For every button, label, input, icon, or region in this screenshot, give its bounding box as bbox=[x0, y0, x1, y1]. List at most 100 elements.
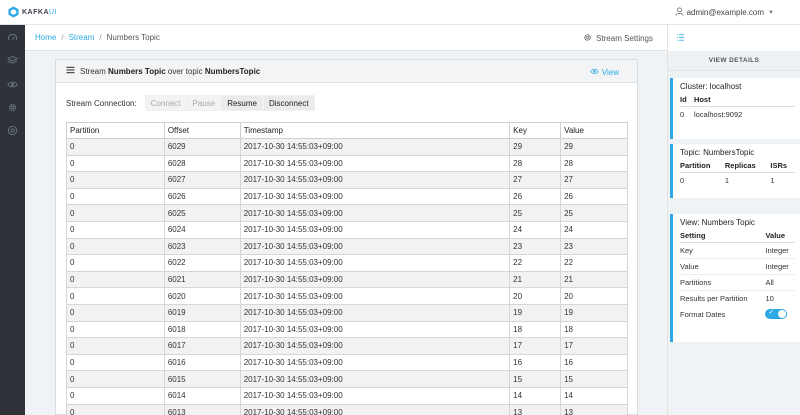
eye-icon[interactable] bbox=[7, 79, 18, 90]
cell-value: 18 bbox=[560, 320, 628, 339]
cell-timestamp: 2017-10-30 14:55:03+09:00 bbox=[239, 303, 511, 322]
breadcrumb-stream[interactable]: Stream bbox=[69, 33, 95, 42]
cell-timestamp: 2017-10-30 14:55:03+09:00 bbox=[239, 154, 511, 173]
cell-key: 27 bbox=[509, 171, 562, 189]
column-header-offset[interactable]: Offset bbox=[163, 122, 241, 139]
cell-offset: 6018 bbox=[163, 320, 241, 339]
table-row[interactable]: 0 6020 2017-10-30 14:55:03+09:00 20 20 bbox=[66, 287, 628, 305]
layers-icon[interactable] bbox=[6, 55, 19, 66]
cell-key: 26 bbox=[509, 187, 562, 206]
stream-card-header: Stream Numbers Topic over topic NumbersT… bbox=[56, 60, 637, 83]
app-logo[interactable]: KAFKAUI bbox=[0, 0, 59, 25]
table-row[interactable]: 0 6029 2017-10-30 14:55:03+09:00 29 29 bbox=[66, 138, 628, 156]
cluster-column-id: Id bbox=[680, 93, 694, 107]
column-header-partition[interactable]: Partition bbox=[66, 122, 165, 139]
cluster-column-host: Host bbox=[693, 93, 795, 107]
breadcrumb-separator: / bbox=[99, 33, 102, 42]
view-settings-panel: View: Numbers Topic Setting Value Key Inte… bbox=[670, 214, 800, 342]
cell-key: 21 bbox=[509, 270, 562, 289]
cell-timestamp: 2017-10-30 14:55:03+09:00 bbox=[239, 138, 511, 156]
table-row[interactable]: 0 6016 2017-10-30 14:55:03+09:00 16 16 bbox=[66, 353, 628, 372]
table-row[interactable]: 0 6022 2017-10-30 14:55:03+09:00 22 22 bbox=[66, 254, 628, 272]
connect-button[interactable]: Connect bbox=[144, 95, 187, 111]
column-header-timestamp[interactable]: Timestamp bbox=[239, 122, 511, 139]
cell-timestamp: 2017-10-30 14:55:03+09:00 bbox=[239, 320, 511, 339]
table-row[interactable]: 0 6019 2017-10-30 14:55:03+09:00 19 19 bbox=[66, 303, 628, 322]
cell-key: 17 bbox=[509, 337, 562, 355]
cell-value: 23 bbox=[560, 237, 628, 256]
format-dates-label: Format Dates bbox=[680, 309, 726, 319]
column-header-key[interactable]: Key bbox=[509, 122, 562, 139]
cell-partition: 0 bbox=[66, 138, 165, 156]
cell-timestamp: 2017-10-30 14:55:03+09:00 bbox=[239, 353, 511, 372]
table-row[interactable]: 0 6017 2017-10-30 14:55:03+09:00 17 17 bbox=[66, 337, 628, 355]
cell-value: 28 bbox=[560, 154, 628, 173]
cluster-cell: localhost:9092 bbox=[693, 110, 743, 119]
table-row[interactable]: 0 6027 2017-10-30 14:55:03+09:00 27 27 bbox=[66, 171, 628, 189]
cell-key: 22 bbox=[509, 254, 562, 272]
table-row[interactable]: 0 6025 2017-10-30 14:55:03+09:00 25 25 bbox=[66, 204, 628, 222]
connection-button-group: Connect Pause Resume Disconnect bbox=[144, 95, 315, 111]
cell-value: 26 bbox=[560, 187, 628, 206]
cell-key: 28 bbox=[509, 154, 562, 173]
topic-panel: Topic: NumbersTopic Partition Replicas ISR… bbox=[670, 144, 800, 198]
toggle-details-button[interactable] bbox=[667, 25, 693, 51]
view-link[interactable]: View bbox=[590, 67, 619, 78]
eye-icon bbox=[590, 67, 602, 78]
check-icon: ✓ bbox=[768, 309, 775, 317]
cell-partition: 0 bbox=[66, 254, 165, 272]
cell-value: 13 bbox=[560, 403, 628, 415]
topic-cell: 0 bbox=[680, 176, 685, 185]
user-menu[interactable]: admin@example.com ▼ bbox=[675, 7, 774, 18]
table-row[interactable]: 0 6024 2017-10-30 14:55:03+09:00 24 24 bbox=[66, 220, 628, 239]
cell-timestamp: 2017-10-30 14:55:03+09:00 bbox=[239, 254, 511, 272]
cell-offset: 6021 bbox=[163, 270, 241, 289]
stream-settings-button[interactable]: Stream Settings bbox=[583, 33, 653, 44]
cell-offset: 6016 bbox=[163, 353, 241, 372]
cell-offset: 6024 bbox=[163, 220, 241, 239]
format-dates-toggle[interactable]: ✓ bbox=[765, 309, 788, 320]
topic-column-isrs: ISRs bbox=[770, 159, 795, 173]
chevron-down-icon: ▼ bbox=[768, 9, 774, 16]
table-row[interactable]: 0 6021 2017-10-30 14:55:03+09:00 21 21 bbox=[66, 270, 628, 289]
stream-connection-label: Stream Connection: bbox=[66, 98, 137, 108]
table-row[interactable]: 0 6015 2017-10-30 14:55:03+09:00 15 15 bbox=[66, 370, 628, 388]
cell-partition: 0 bbox=[66, 337, 165, 355]
topic-column-replicas: Replicas bbox=[724, 159, 771, 173]
breadcrumb-home[interactable]: Home bbox=[35, 33, 56, 42]
view-cell: Results per Partition bbox=[680, 294, 748, 303]
cell-offset: 6019 bbox=[163, 303, 241, 322]
pause-button[interactable]: Pause bbox=[186, 95, 222, 111]
gear-icon bbox=[583, 33, 596, 44]
cell-key: 29 bbox=[509, 138, 562, 156]
cell-timestamp: 2017-10-30 14:55:03+09:00 bbox=[239, 386, 511, 405]
table-row[interactable]: 0 6018 2017-10-30 14:55:03+09:00 18 18 bbox=[66, 320, 628, 339]
view-cell: 10 bbox=[765, 294, 774, 303]
table-row[interactable]: 0 6026 2017-10-30 14:55:03+09:00 26 26 bbox=[66, 187, 628, 206]
cell-timestamp: 2017-10-30 14:55:03+09:00 bbox=[239, 403, 511, 415]
topic-name: NumbersTopic bbox=[204, 66, 261, 76]
table-row[interactable]: 0 6028 2017-10-30 14:55:03+09:00 28 28 bbox=[66, 154, 628, 173]
gear-icon[interactable] bbox=[7, 102, 18, 113]
cell-partition: 0 bbox=[66, 386, 165, 405]
table-row[interactable]: 0 6023 2017-10-30 14:55:03+09:00 23 23 bbox=[66, 237, 628, 256]
table-row[interactable]: 0 6013 2017-10-30 14:55:03+09:00 13 13 bbox=[66, 403, 628, 415]
cell-offset: 6022 bbox=[163, 254, 241, 272]
resume-button[interactable]: Resume bbox=[221, 95, 263, 111]
dashboard-icon[interactable] bbox=[7, 33, 18, 44]
app-logo-text: KAFKAUI bbox=[22, 9, 57, 16]
view-row: Key Integer bbox=[680, 242, 795, 259]
column-header-value[interactable]: Value bbox=[560, 122, 628, 139]
cell-timestamp: 2017-10-30 14:55:03+09:00 bbox=[239, 270, 511, 289]
cell-partition: 0 bbox=[66, 270, 165, 289]
table-row[interactable]: 0 6014 2017-10-30 14:55:03+09:00 14 14 bbox=[66, 386, 628, 405]
cell-partition: 0 bbox=[66, 220, 165, 239]
card-title-middle: over topic bbox=[167, 66, 203, 76]
view-cell: Value bbox=[680, 258, 766, 275]
view-settings-table: Setting Value Key Integer Value Integer Parti… bbox=[680, 229, 795, 322]
settings-circle-icon[interactable] bbox=[7, 125, 18, 136]
disconnect-button[interactable]: Disconnect bbox=[262, 95, 315, 111]
cell-offset: 6017 bbox=[163, 337, 241, 355]
cell-key: 15 bbox=[509, 370, 562, 388]
cell-partition: 0 bbox=[66, 320, 165, 339]
